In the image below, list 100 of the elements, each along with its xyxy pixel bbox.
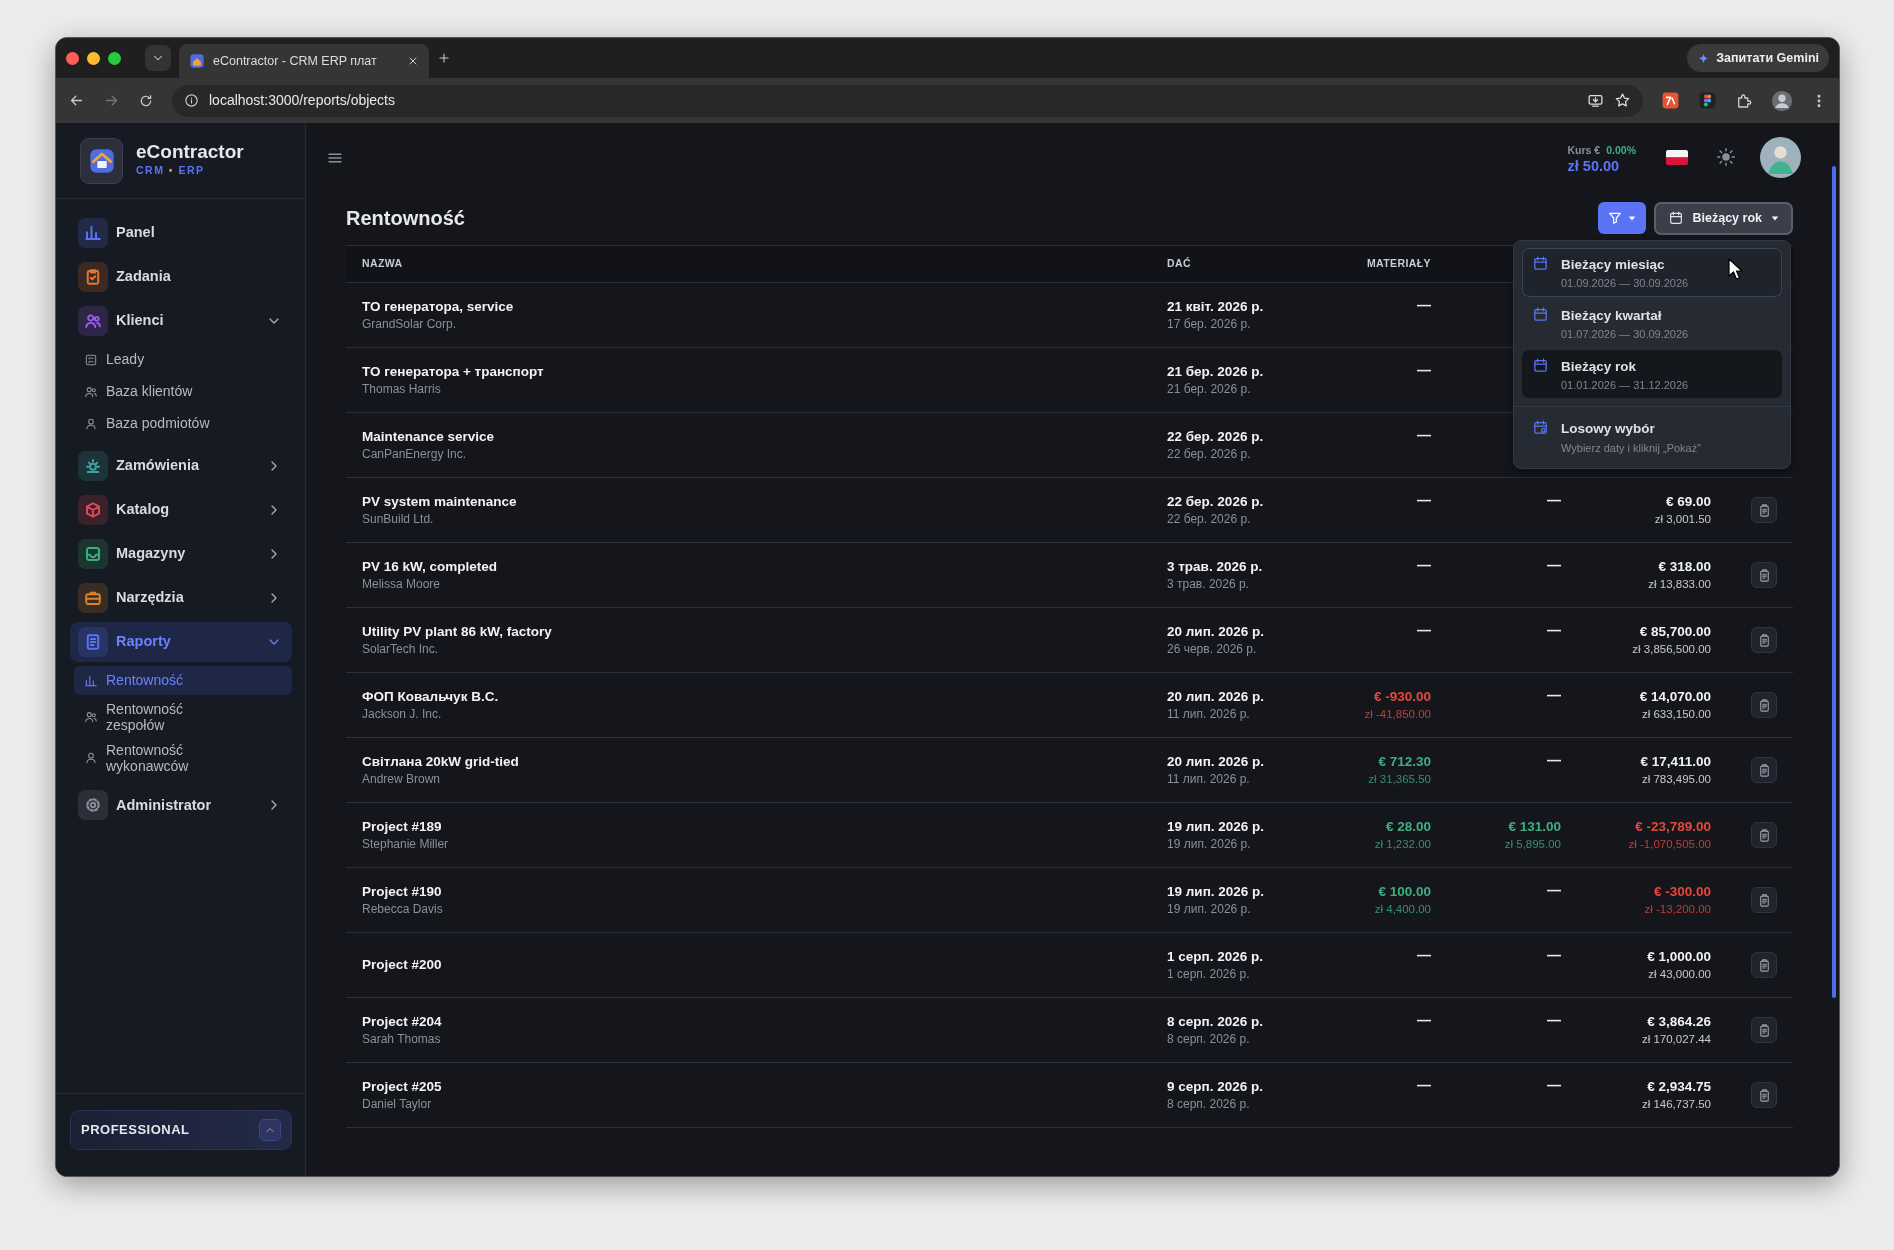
close-window-button[interactable] bbox=[66, 51, 79, 65]
date: 19 лип. 2026 р. bbox=[1167, 817, 1266, 836]
rate-change: 0.00% bbox=[1606, 143, 1636, 156]
user-avatar[interactable] bbox=[1760, 136, 1801, 178]
menu-item[interactable]: Bieżący rok 01.01.2026 — 31.12.2026 bbox=[1522, 349, 1782, 399]
flag-icon[interactable] bbox=[1666, 149, 1688, 165]
client-name: CanPanEnergy Inc. bbox=[362, 446, 468, 463]
filter-button[interactable] bbox=[1597, 202, 1646, 234]
sidebar-subitem[interactable]: Rentowność bbox=[74, 666, 292, 695]
maximize-window-button[interactable] bbox=[108, 51, 121, 65]
cursor-icon bbox=[1728, 258, 1744, 280]
project-name: Project #200 bbox=[362, 955, 443, 974]
empty-value: — bbox=[1417, 621, 1431, 640]
extension-icon bbox=[1661, 91, 1680, 110]
sidebar-item[interactable]: Magazyny bbox=[70, 534, 292, 574]
clipboard-button[interactable] bbox=[1751, 887, 1777, 913]
date: 1 серп. 2026 р. bbox=[1167, 966, 1251, 983]
favicon-icon bbox=[189, 53, 205, 69]
sidebar-item[interactable]: Klienci bbox=[70, 301, 292, 341]
date: 8 серп. 2026 р. bbox=[1167, 1096, 1251, 1113]
address-bar[interactable]: localhost:3000/reports/objects bbox=[172, 84, 1643, 117]
amount-pln: zł 4,400.00 bbox=[1374, 902, 1431, 918]
empty-value: — bbox=[1547, 556, 1561, 575]
checklist-icon bbox=[84, 352, 98, 367]
client-name: SolarTech Inc. bbox=[362, 641, 440, 658]
date: 22 бер. 2026 р. bbox=[1167, 492, 1265, 511]
close-icon bbox=[407, 55, 419, 67]
date: 8 серп. 2026 р. bbox=[1167, 1012, 1264, 1031]
sidebar-item[interactable]: Zamówienia bbox=[70, 446, 292, 486]
clipboard-button[interactable] bbox=[1751, 757, 1777, 783]
amount-pln: zł -13,200.00 bbox=[1644, 902, 1711, 918]
puzzle-icon bbox=[1735, 91, 1753, 110]
sparkle-icon bbox=[1697, 51, 1711, 65]
client-name: Daniel Taylor bbox=[362, 1096, 433, 1113]
date: 20 лип. 2026 р. bbox=[1167, 752, 1266, 771]
date: 20 лип. 2026 р. bbox=[1167, 687, 1266, 706]
users-icon bbox=[84, 384, 98, 399]
client-name: Jackson J. Inc. bbox=[362, 706, 443, 723]
sidebar-item[interactable]: Administrator bbox=[70, 785, 292, 826]
empty-value: — bbox=[1417, 491, 1431, 510]
sidebar-subitem[interactable]: Leady bbox=[74, 345, 292, 374]
menu-item[interactable]: Bieżący kwartał 01.07.2026 — 30.09.2026 bbox=[1522, 298, 1782, 348]
clipboard-button[interactable] bbox=[1751, 822, 1777, 848]
user-icon bbox=[84, 751, 98, 766]
gemini-button[interactable]: Запитати Gemini bbox=[1687, 44, 1829, 72]
clipboard-button[interactable] bbox=[1751, 562, 1777, 588]
empty-value: — bbox=[1417, 1076, 1431, 1095]
date: 22 бер. 2026 р. bbox=[1167, 511, 1252, 528]
client-name: Andrew Brown bbox=[362, 771, 442, 788]
amount-pln: zł 13,833.00 bbox=[1648, 577, 1711, 593]
amount-eur: € 1,000.00 bbox=[1647, 947, 1711, 966]
clipboard-button[interactable] bbox=[1751, 627, 1777, 653]
amount-eur: € 318.00 bbox=[1658, 557, 1711, 576]
column-header: MATERIAŁY bbox=[1366, 256, 1431, 272]
empty-value: — bbox=[1417, 1011, 1431, 1030]
calendar-icon bbox=[1532, 255, 1549, 272]
amount-eur: € 100.00 bbox=[1378, 882, 1431, 901]
clipboard-button[interactable] bbox=[1751, 952, 1777, 978]
calendar-icon bbox=[1532, 305, 1549, 323]
rate-label: Kurs € bbox=[1567, 143, 1601, 156]
sidebar-subitem[interactable]: Baza klientów bbox=[74, 377, 292, 406]
clipboard-button[interactable] bbox=[1751, 1082, 1777, 1108]
date: 22 бер. 2026 р. bbox=[1167, 427, 1265, 446]
house-logo-icon bbox=[87, 146, 116, 175]
menu-item[interactable]: Bieżący miesiąc 01.09.2026 — 30.09.2026 bbox=[1522, 248, 1782, 297]
scrollbar[interactable] bbox=[1832, 166, 1836, 998]
url-text: localhost:3000/reports/objects bbox=[209, 91, 395, 110]
amount-pln: zł -1,070,505.00 bbox=[1628, 837, 1711, 853]
date: 1 серп. 2026 р. bbox=[1167, 947, 1264, 966]
period-dropdown[interactable]: Bieżący rok bbox=[1653, 201, 1793, 235]
minimize-window-button[interactable] bbox=[87, 51, 100, 65]
theme-toggle-icon[interactable] bbox=[1716, 147, 1736, 167]
clipboard-button[interactable] bbox=[1751, 1017, 1777, 1043]
info-icon bbox=[184, 93, 199, 108]
browser-tab[interactable]: eContractor - CRM ERP плат bbox=[179, 44, 429, 78]
sidebar-subitem[interactable]: Rentowność wykonawców bbox=[74, 739, 292, 778]
amount-eur: € 17,411.00 bbox=[1640, 752, 1711, 771]
amount-eur: € 3,864.26 bbox=[1647, 1012, 1711, 1031]
amount-pln: zł 170,027.44 bbox=[1641, 1032, 1711, 1048]
sidebar-item[interactable]: Zadania bbox=[70, 257, 292, 297]
calendar-search-icon bbox=[1532, 419, 1549, 437]
amount-eur: € -930.00 bbox=[1373, 687, 1431, 706]
menu-item[interactable]: Losowy wybór Wybierz daty i kliknij „Pokaż” bbox=[1522, 412, 1782, 461]
project-name: Project #205 bbox=[362, 1077, 443, 1096]
sidebar-item[interactable]: Narzędzia bbox=[70, 578, 292, 618]
clipboard-button[interactable] bbox=[1751, 497, 1777, 523]
sidebar-item[interactable]: Raporty bbox=[70, 622, 292, 662]
date: 19 лип. 2026 р. bbox=[1167, 901, 1252, 918]
amount-pln: zł 146,737.50 bbox=[1641, 1097, 1711, 1113]
expand-button[interactable] bbox=[259, 1119, 281, 1141]
empty-value: — bbox=[1417, 426, 1431, 445]
sidebar-subitem[interactable]: Rentowność zespołów bbox=[74, 698, 292, 737]
clipboard-button[interactable] bbox=[1751, 692, 1777, 718]
empty-value: — bbox=[1547, 686, 1561, 705]
sidebar-subitem[interactable]: Baza podmiotów bbox=[74, 409, 292, 438]
profile-avatar[interactable] bbox=[1771, 89, 1793, 112]
amount-pln: zł 5,895.00 bbox=[1504, 837, 1561, 853]
sidebar-item[interactable]: Panel bbox=[70, 213, 292, 253]
client-name: GrandSolar Corp. bbox=[362, 316, 458, 333]
sidebar-item[interactable]: Katalog bbox=[70, 490, 292, 530]
